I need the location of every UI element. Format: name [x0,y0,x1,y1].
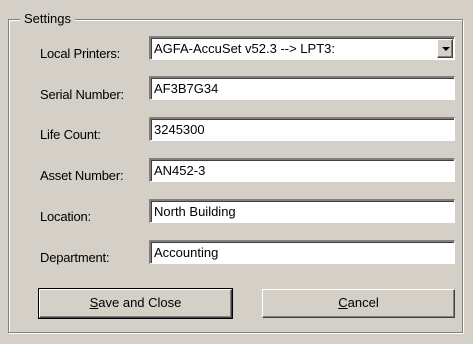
groupbox-title: Settings [20,11,75,26]
department-label: Department: [40,250,110,265]
cancel-label: Cancel [338,295,378,310]
local-printers-label: Local Printers: [40,46,121,61]
cancel-mnemonic: C [338,295,348,310]
location-field[interactable]: North Building [149,199,455,223]
serial-number-label: Serial Number: [40,87,124,102]
serial-number-field[interactable]: AF3B7G34 [149,76,455,100]
life-count-label: Life Count: [40,127,101,142]
save-mnemonic: S [89,295,99,310]
department-field[interactable]: Accounting [149,240,455,264]
chevron-down-icon [442,47,450,51]
location-label: Location: [40,209,91,224]
local-printers-select[interactable]: AGFA-AccuSet v52.3 --> LPT3: [149,36,455,60]
local-printers-dropdown-button[interactable] [437,39,453,58]
save-and-close-label: Save and Close [90,295,182,310]
asset-number-field[interactable]: AN452-3 [149,158,455,182]
cancel-label-rest: ancel [347,295,379,310]
cancel-button[interactable]: Cancel [262,289,455,318]
settings-dialog: Settings Local Printers: AGFA-AccuSet v5… [0,0,473,344]
asset-number-label: Asset Number: [40,168,124,183]
local-printers-selected-value: AGFA-AccuSet v52.3 --> LPT3: [154,41,335,56]
save-and-close-button[interactable]: Save and Close [38,288,233,319]
save-and-close-label-rest: ave and Close [98,295,182,310]
life-count-field[interactable]: 3245300 [149,117,455,141]
